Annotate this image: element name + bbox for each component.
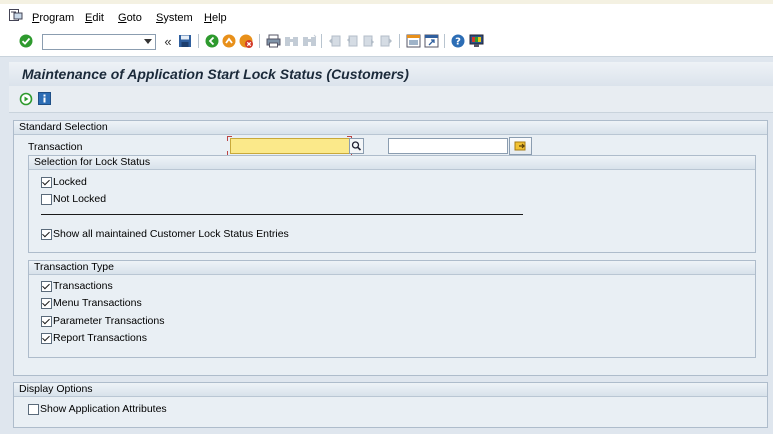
transactions-label: Transactions <box>53 280 113 292</box>
find-next-icon <box>301 33 317 49</box>
transaction-to-input[interactable] <box>388 138 508 154</box>
print-icon[interactable] <box>265 33 281 49</box>
last-page-icon <box>378 33 394 49</box>
transaction-from-input[interactable] <box>230 138 350 154</box>
cancel-icon[interactable] <box>238 33 254 49</box>
report-transactions-label: Report Transactions <box>53 332 147 344</box>
not-locked-label: Not Locked <box>53 193 107 205</box>
locked-checkbox[interactable] <box>41 177 52 188</box>
search-help-button[interactable] <box>349 138 364 154</box>
first-page-icon <box>327 33 343 49</box>
show-all-entries-label: Show all maintained Customer Lock Status… <box>53 228 289 240</box>
back-icon[interactable] <box>204 33 220 49</box>
collapse-chevron-icon[interactable]: « <box>160 33 176 49</box>
menu-goto[interactable]: Goto <box>118 12 142 24</box>
multiple-selection-button[interactable] <box>509 137 532 155</box>
previous-page-icon <box>344 33 360 49</box>
shortcut-icon[interactable] <box>423 33 439 49</box>
menu-icon[interactable] <box>9 9 23 25</box>
svg-text:?: ? <box>455 37 461 48</box>
exit-icon[interactable] <box>221 33 237 49</box>
menu-edit[interactable]: Edit <box>85 12 104 24</box>
menu-system[interactable]: System <box>156 12 193 24</box>
menu-bar: Program Edit Goto System Help <box>0 0 773 28</box>
not-locked-checkbox[interactable] <box>41 194 52 205</box>
transactions-checkbox[interactable] <box>41 281 52 292</box>
help-icon[interactable]: ? <box>450 33 466 49</box>
standard-selection-group: Standard Selection Transaction Selection… <box>13 120 768 376</box>
application-toolbar <box>9 86 773 113</box>
chevron-down-icon[interactable] <box>144 39 152 44</box>
title-bar: Maintenance of Application Start Lock St… <box>9 62 773 86</box>
show-all-entries-checkbox[interactable] <box>41 229 52 240</box>
lock-status-group: Selection for Lock Status Locked Not Loc… <box>28 155 756 253</box>
locked-label: Locked <box>53 176 87 188</box>
menu-transactions-checkbox[interactable] <box>41 298 52 309</box>
parameter-transactions-checkbox[interactable] <box>41 316 52 327</box>
customize-layout-icon[interactable] <box>468 33 484 49</box>
toolbar-separator <box>321 34 322 48</box>
menu-program[interactable]: Program <box>32 12 74 24</box>
save-icon[interactable] <box>177 33 193 49</box>
command-field[interactable] <box>42 34 156 50</box>
group-header: Transaction Type <box>29 261 755 275</box>
focus-corner <box>227 136 232 141</box>
toolbar-separator <box>198 34 199 48</box>
window-top-strip <box>0 0 773 4</box>
group-header: Standard Selection <box>14 121 767 135</box>
show-application-attributes-checkbox[interactable] <box>28 404 39 415</box>
info-icon[interactable] <box>38 92 51 108</box>
toolbar-separator <box>444 34 445 48</box>
create-session-icon[interactable] <box>405 33 421 49</box>
divider-line <box>41 214 523 215</box>
group-header: Display Options <box>14 383 767 397</box>
show-application-attributes-label: Show Application Attributes <box>40 403 167 415</box>
multiple-selection-arrow-icon <box>514 141 526 151</box>
menu-help[interactable]: Help <box>204 12 227 24</box>
enter-check-icon[interactable] <box>18 33 34 49</box>
transaction-label: Transaction <box>28 141 83 153</box>
toolbar-separator <box>259 34 260 48</box>
search-icon <box>351 141 362 151</box>
transaction-type-group: Transaction Type Transactions Menu Trans… <box>28 260 756 358</box>
page-title: Maintenance of Application Start Lock St… <box>22 66 409 82</box>
parameter-transactions-label: Parameter Transactions <box>53 315 165 327</box>
execute-icon[interactable] <box>19 92 33 109</box>
group-header: Selection for Lock Status <box>29 156 755 170</box>
next-page-icon <box>361 33 377 49</box>
standard-toolbar: « ? <box>0 28 773 57</box>
report-transactions-checkbox[interactable] <box>41 333 52 344</box>
display-options-group: Display Options Show Application Attribu… <box>13 382 768 428</box>
toolbar-separator <box>399 34 400 48</box>
find-icon <box>283 33 299 49</box>
menu-transactions-label: Menu Transactions <box>53 297 142 309</box>
